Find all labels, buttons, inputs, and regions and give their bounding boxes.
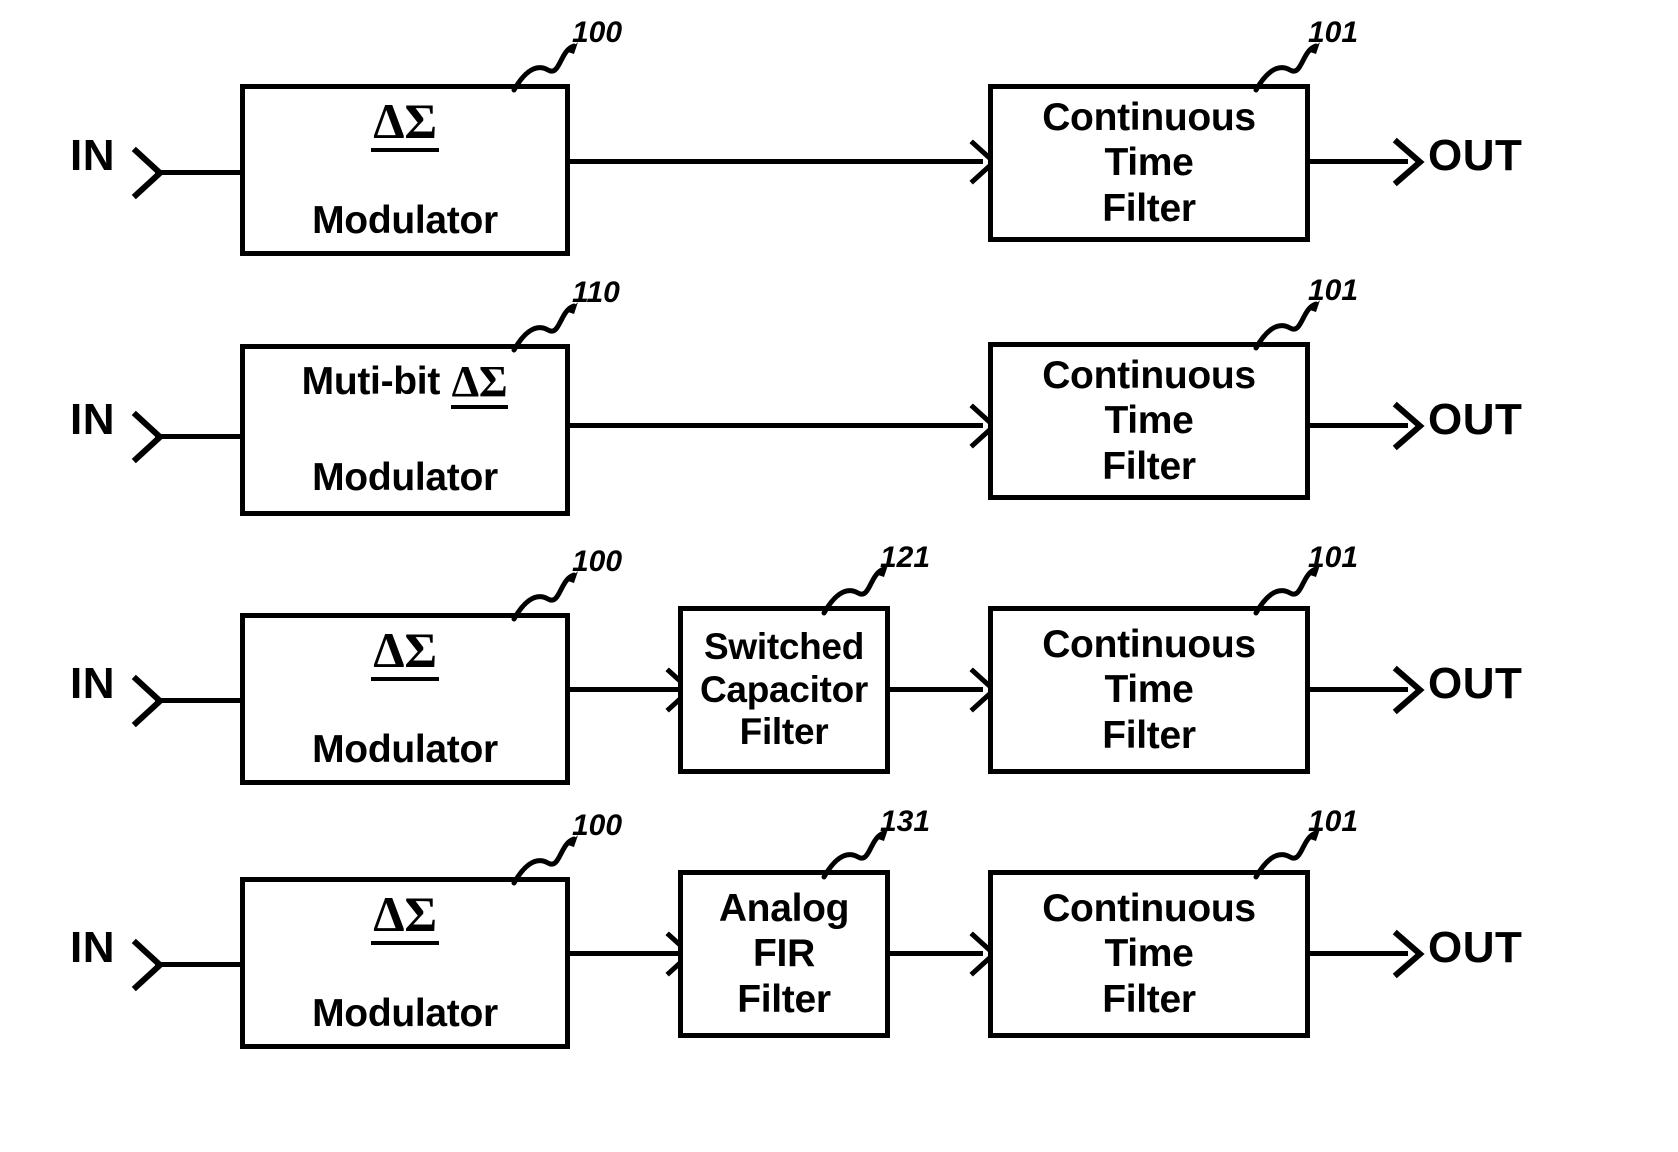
output-port-label-row2: OUT [1428,395,1523,444]
block-analog-fir-filter-row4[interactable]: Analog FIR Filter [678,870,890,1038]
delta-sigma-symbol: ΔΣ [371,625,439,682]
wire-modulator-to-ctfilter-row2 [568,423,983,428]
block-delta-sigma-modulator-row3[interactable]: ΔΣ Modulator [240,613,570,785]
block-label-modulator: Modulator [312,199,498,243]
output-chevron-row2 [1392,401,1425,451]
block-label-filter: Filter [739,711,829,753]
diagram-row-3: IN ΔΣ Modulator 100 Switched Capacitor F… [0,528,1678,816]
block-label-filter: Filter [1102,977,1196,1021]
output-port-label-row3: OUT [1428,659,1523,708]
block-label-modulator: Modulator [312,456,498,500]
reference-numeral-100-row4: 100 [572,809,623,842]
block-switched-capacitor-filter-row3[interactable]: Switched Capacitor Filter [678,606,890,774]
reference-numeral-121-row3: 121 [880,541,931,574]
block-label-modulator: Modulator [312,992,498,1036]
block-label-filter: Filter [1102,713,1196,757]
output-chevron-row3 [1392,665,1425,715]
block-label-time: Time [1104,141,1194,185]
block-label-continuous: Continuous [1042,887,1256,931]
block-continuous-time-filter-row3[interactable]: Continuous Time Filter [988,606,1310,774]
input-port-label-row1: IN [70,131,115,180]
block-label-muti-bit-delta-sigma: Muti-bit ΔΣ [301,359,509,410]
block-label-fir: FIR [753,932,815,976]
block-continuous-time-filter-row4[interactable]: Continuous Time Filter [988,870,1310,1038]
reference-numeral-110-row2: 110 [572,276,620,309]
block-label-time: Time [1104,932,1194,976]
output-port-label-row1: OUT [1428,131,1523,180]
diagram-row-4: IN ΔΣ Modulator 100 Analog FIR Filter 13… [0,792,1678,1092]
block-label-filter: Filter [1102,444,1196,488]
block-label-switched: Switched [703,625,865,667]
reference-numeral-100-row1: 100 [572,16,623,49]
input-port-label-row4: IN [70,923,115,972]
block-label-filter: Filter [1102,186,1196,230]
reference-numeral-101-row1: 101 [1308,16,1359,49]
muti-bit-prefix: Muti-bit [301,360,441,404]
diagram-row-1: IN ΔΣ Modulator 100 Continuous Time Filt… [0,0,1678,288]
delta-sigma-symbol: ΔΣ [371,96,439,153]
block-label-filter: Filter [737,977,831,1021]
patent-figure: IN ΔΣ Modulator 100 Continuous Time Filt… [0,0,1678,1152]
output-chevron-row4 [1392,929,1425,979]
reference-numeral-101-row3: 101 [1308,541,1359,574]
output-chevron-row1 [1392,137,1425,187]
block-label-continuous: Continuous [1042,96,1256,140]
reference-numeral-131-row4: 131 [880,805,931,838]
block-continuous-time-filter-row2[interactable]: Continuous Time Filter [988,342,1310,500]
wire-modulator-to-ctfilter-row1 [568,159,983,164]
diagram-row-2: IN Muti-bit ΔΣ Modulator 110 Continuous … [0,264,1678,552]
block-label-continuous: Continuous [1042,623,1256,667]
block-label-capacitor: Capacitor [700,668,868,710]
block-label-time: Time [1104,668,1194,712]
block-continuous-time-filter-row1[interactable]: Continuous Time Filter [988,84,1310,242]
block-label-time: Time [1104,399,1194,443]
delta-sigma-symbol: ΔΣ [371,889,439,946]
block-multibit-delta-sigma-modulator-row2[interactable]: Muti-bit ΔΣ Modulator [240,344,570,516]
input-port-label-row2: IN [70,395,115,444]
output-port-label-row4: OUT [1428,923,1523,972]
reference-numeral-100-row3: 100 [572,545,623,578]
reference-numeral-101-row2: 101 [1308,274,1359,307]
block-label-modulator: Modulator [312,728,498,772]
input-port-label-row3: IN [70,659,115,708]
block-delta-sigma-modulator-row1[interactable]: ΔΣ Modulator [240,84,570,256]
reference-numeral-101-row4: 101 [1308,805,1359,838]
delta-sigma-symbol: ΔΣ [450,360,509,410]
block-label-analog: Analog [718,887,850,931]
block-label-continuous: Continuous [1042,354,1256,398]
block-delta-sigma-modulator-row4[interactable]: ΔΣ Modulator [240,877,570,1049]
